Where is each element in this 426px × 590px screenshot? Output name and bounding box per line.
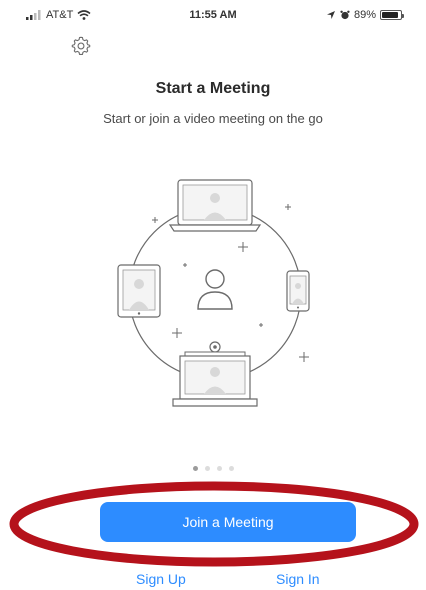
status-bar: AT&T 11:55 AM 89% bbox=[0, 0, 426, 28]
location-arrow-icon bbox=[326, 11, 335, 19]
page-dot[interactable] bbox=[228, 466, 234, 471]
battery-percent: 89% bbox=[353, 9, 376, 21]
tablet-icon bbox=[117, 264, 161, 318]
sign-in-link[interactable]: Sign In bbox=[276, 571, 320, 587]
user-avatar-icon bbox=[197, 269, 233, 310]
page-dot[interactable] bbox=[216, 466, 222, 471]
page-subtitle: Start or join a video meeting on the go bbox=[103, 111, 323, 126]
page-dot[interactable] bbox=[192, 466, 198, 471]
room-system-icon bbox=[172, 341, 258, 407]
phone-icon bbox=[286, 270, 310, 312]
sign-up-link[interactable]: Sign Up bbox=[136, 571, 186, 587]
bottom-links: Sign Up Sign In bbox=[0, 571, 426, 590]
battery-icon bbox=[380, 10, 404, 20]
laptop-icon bbox=[168, 179, 262, 232]
page-title: Start a Meeting bbox=[155, 80, 271, 97]
page-indicator[interactable] bbox=[0, 466, 426, 471]
gear-icon[interactable] bbox=[70, 35, 92, 57]
join-meeting-button[interactable]: Join a Meeting bbox=[100, 502, 356, 542]
alarm-icon bbox=[340, 10, 350, 20]
battery-level bbox=[382, 12, 399, 18]
page-dot[interactable] bbox=[204, 466, 210, 471]
status-right: 89% bbox=[326, 9, 404, 21]
video-meeting-illustration bbox=[117, 179, 310, 407]
